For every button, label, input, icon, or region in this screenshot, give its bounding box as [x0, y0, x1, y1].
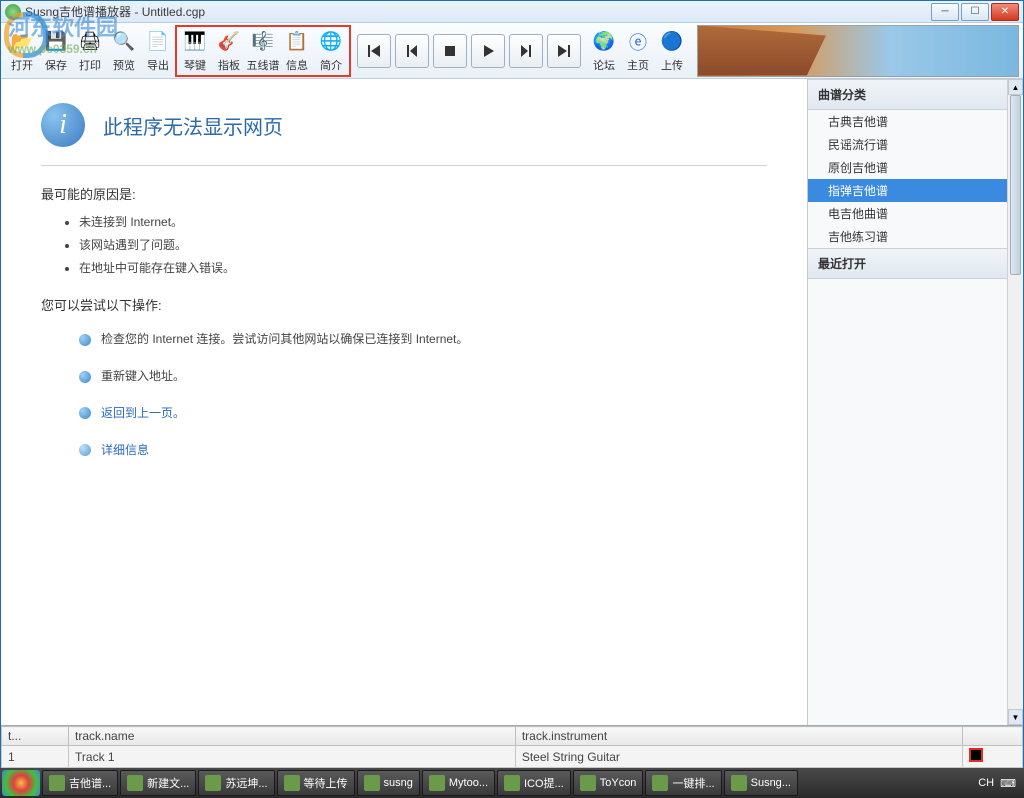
table-header-row: t... track.name track.instrument [2, 727, 1023, 746]
reasons-list: 未连接到 Internet。 该网站遇到了问题。 在地址中可能存在键入错误。 [41, 211, 767, 279]
scroll-down-icon[interactable]: ▼ [1008, 709, 1023, 725]
expand-icon[interactable] [79, 444, 91, 456]
info-button[interactable]: 📋信息 [280, 26, 314, 76]
upload-button[interactable]: 🔵上传 [655, 26, 689, 76]
scroll-up-icon[interactable]: ▲ [1008, 79, 1023, 95]
taskbar-item[interactable]: 新建文... [120, 770, 196, 796]
app-icon [5, 4, 21, 20]
web-group: 🌍论坛 ⓔ主页 🔵上传 [587, 25, 689, 77]
scroll-thumb[interactable] [1010, 95, 1021, 275]
forum-button[interactable]: 🌍论坛 [587, 26, 621, 76]
maximize-button[interactable]: ☐ [961, 3, 989, 21]
print-button[interactable]: 🖨打印 [73, 26, 107, 76]
toolbar: 📂打开 💾保存 🖨打印 🔍预览 📄导出 🎹琴键 🎸指板 🎼五线谱 📋信息 🌐简介… [1, 23, 1023, 79]
taskbar-item[interactable]: 等待上传 [277, 770, 355, 796]
col-instrument[interactable]: track.instrument [515, 727, 962, 746]
playback-group [355, 25, 583, 77]
sidebar-item[interactable]: 吉他练习谱 [808, 225, 1007, 248]
app-window: Susng吉他谱播放器 - Untitled.cgp ─ ☐ ✕ 河东软件园 w… [0, 0, 1024, 768]
main-area: i 此程序无法显示网页 最可能的原因是: 未连接到 Internet。 该网站遇… [1, 79, 1023, 725]
fretboard-button[interactable]: 🎸指板 [212, 26, 246, 76]
save-button[interactable]: 💾保存 [39, 26, 73, 76]
open-button[interactable]: 📂打开 [5, 26, 39, 76]
sidebar-item[interactable]: 古典吉他谱 [808, 110, 1007, 133]
category-header: 曲谱分类 [808, 79, 1007, 110]
titlebar[interactable]: Susng吉他谱播放器 - Untitled.cgp ─ ☐ ✕ [1, 1, 1023, 23]
start-button[interactable] [2, 770, 40, 796]
file-group: 📂打开 💾保存 🖨打印 🔍预览 📄导出 [5, 25, 175, 77]
play-button[interactable] [471, 34, 505, 68]
sidebar-item[interactable]: 民谣流行谱 [808, 133, 1007, 156]
taskbar-item[interactable]: ToYcon [573, 770, 644, 796]
table-row[interactable]: 1 Track 1 Steel String Guitar [2, 746, 1023, 768]
minimize-button[interactable]: ─ [931, 3, 959, 21]
error-heading: i 此程序无法显示网页 [41, 103, 767, 147]
stop-button[interactable] [433, 34, 467, 68]
banner-image [697, 25, 1019, 77]
bullet-icon [79, 371, 91, 383]
taskbar-item[interactable]: 苏远坤... [198, 770, 274, 796]
sidebar-item[interactable]: 原创吉他谱 [808, 156, 1007, 179]
back-link[interactable]: 返回到上一页。 [101, 402, 185, 425]
taskbar[interactable]: 吉他谱...新建文...苏远坤...等待上传susngMytoo...ICO提.… [0, 768, 1024, 798]
col-num[interactable]: t... [2, 727, 69, 746]
home-button[interactable]: ⓔ主页 [621, 26, 655, 76]
try-header: 您可以尝试以下操作: [41, 295, 767, 314]
taskbar-item[interactable]: susng [357, 770, 420, 796]
next-button[interactable] [509, 34, 543, 68]
preview-button[interactable]: 🔍预览 [107, 26, 141, 76]
export-button[interactable]: 📄导出 [141, 26, 175, 76]
bullet-icon [79, 407, 91, 419]
col-color[interactable] [962, 727, 1022, 746]
tray-icon[interactable]: ⌨ [1000, 777, 1016, 790]
staff-button[interactable]: 🎼五线谱 [246, 26, 280, 76]
color-swatch[interactable] [969, 748, 983, 762]
taskbar-item[interactable]: 一键排... [645, 770, 721, 796]
recent-header: 最近打开 [808, 248, 1007, 279]
category-list: 古典吉他谱民谣流行谱原创吉他谱指弹吉他谱电吉他曲谱吉他练习谱 [808, 110, 1007, 248]
sidebar-item[interactable]: 电吉他曲谱 [808, 202, 1007, 225]
actions-list: 检查您的 Internet 连接。尝试访问其他网站以确保已连接到 Interne… [41, 328, 767, 461]
track-table: t... track.name track.instrument 1 Track… [1, 725, 1023, 767]
taskbar-item[interactable]: Mytoo... [422, 770, 495, 796]
prev-button[interactable] [395, 34, 429, 68]
sidebar: 曲谱分类 古典吉他谱民谣流行谱原创吉他谱指弹吉他谱电吉他曲谱吉他练习谱 最近打开 [807, 79, 1007, 725]
intro-button[interactable]: 🌐简介 [314, 26, 348, 76]
scrollbar[interactable]: ▲ ▼ [1007, 79, 1023, 725]
col-name[interactable]: track.name [69, 727, 516, 746]
bullet-icon [79, 334, 91, 346]
close-button[interactable]: ✕ [991, 3, 1019, 21]
system-tray[interactable]: CH ⌨ [972, 777, 1022, 790]
content-pane: i 此程序无法显示网页 最可能的原因是: 未连接到 Internet。 该网站遇… [1, 79, 807, 725]
view-group-highlighted: 🎹琴键 🎸指板 🎼五线谱 📋信息 🌐简介 [175, 25, 351, 77]
info-icon: i [41, 103, 85, 147]
more-info-link[interactable]: 详细信息 [101, 439, 149, 462]
reasons-header: 最可能的原因是: [41, 184, 767, 203]
first-button[interactable] [357, 34, 391, 68]
sidebar-item[interactable]: 指弹吉他谱 [808, 179, 1007, 202]
keyboard-button[interactable]: 🎹琴键 [178, 26, 212, 76]
window-title: Susng吉他谱播放器 - Untitled.cgp [25, 3, 931, 20]
taskbar-item[interactable]: ICO提... [497, 770, 571, 796]
last-button[interactable] [547, 34, 581, 68]
taskbar-item[interactable]: 吉他谱... [42, 770, 118, 796]
taskbar-item[interactable]: Susng... [724, 770, 798, 796]
